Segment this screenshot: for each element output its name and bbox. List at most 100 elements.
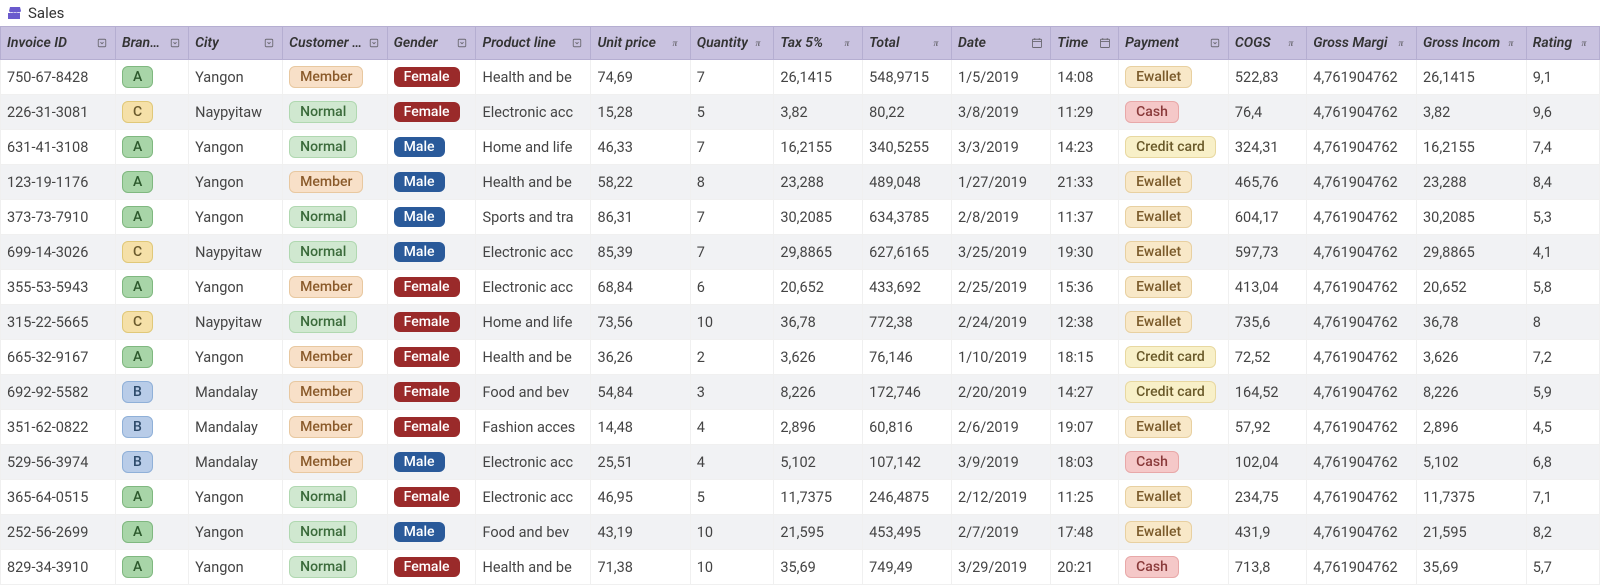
cell-qty: 7 [690, 130, 774, 165]
cell-qty: 7 [690, 200, 774, 235]
table-row[interactable]: 665-32-9167AYangonMemberFemaleHealth and… [1, 340, 1600, 375]
table-row[interactable]: 123-19-1176AYangonMemberMaleHealth and b… [1, 165, 1600, 200]
cell-rating: 8 [1526, 305, 1599, 340]
column-header-date[interactable]: Date [951, 27, 1050, 60]
gender-pill: Male [394, 522, 445, 542]
table-row[interactable]: 692-92-5582BMandalayMemberFemaleFood and… [1, 375, 1600, 410]
cell-rating: 7,4 [1526, 130, 1599, 165]
column-header-time[interactable]: Time [1051, 27, 1119, 60]
cell-customer: Member [283, 60, 388, 95]
svg-text:π: π [1508, 38, 1514, 48]
customer-pill: Normal [289, 136, 357, 158]
cell-customer: Normal [283, 235, 388, 270]
cell-product: Electronic acc [476, 445, 591, 480]
customer-pill: Normal [289, 311, 357, 333]
column-label: Unit price [597, 35, 655, 51]
table-row[interactable]: 351-62-0822BMandalayMemberFemaleFashion … [1, 410, 1600, 445]
cell-date: 3/29/2019 [951, 550, 1050, 585]
cell-customer: Normal [283, 130, 388, 165]
cell-product: Electronic acc [476, 270, 591, 305]
column-header-product[interactable]: Product line [476, 27, 591, 60]
cell-invoice: 699-14-3026 [1, 235, 116, 270]
branch-pill: A [122, 136, 153, 158]
column-header-invoice[interactable]: Invoice ID [1, 27, 116, 60]
column-header-qty[interactable]: Quantityπ [690, 27, 774, 60]
cell-unit: 15,28 [591, 95, 690, 130]
column-header-payment[interactable]: Payment [1119, 27, 1229, 60]
pi-icon: π [931, 36, 945, 50]
table-row[interactable]: 529-56-3974BMandalayMemberMaleElectronic… [1, 445, 1600, 480]
cell-qty: 4 [690, 445, 774, 480]
cell-time: 15:36 [1051, 270, 1119, 305]
cell-gi: 29,8865 [1417, 235, 1527, 270]
table-row[interactable]: 373-73-7910AYangonNormalMaleSports and t… [1, 200, 1600, 235]
column-header-branch[interactable]: Branch [115, 27, 188, 60]
cell-payment: Ewallet [1119, 480, 1229, 515]
table-row[interactable]: 829-34-3910AYangonNormalFemaleHealth and… [1, 550, 1600, 585]
branch-pill: A [122, 171, 153, 193]
cell-cogs: 431,9 [1228, 515, 1306, 550]
cell-total: 548,9715 [863, 60, 952, 95]
cell-product: Home and life [476, 130, 591, 165]
column-header-rating[interactable]: Ratingπ [1526, 27, 1599, 60]
cell-customer: Member [283, 445, 388, 480]
table-row[interactable]: 355-53-5943AYangonMemberFemaleElectronic… [1, 270, 1600, 305]
cell-gender: Female [387, 375, 476, 410]
cell-tax: 36,78 [774, 305, 863, 340]
customer-pill: Member [289, 66, 363, 88]
column-header-total[interactable]: Totalπ [863, 27, 952, 60]
column-header-tax[interactable]: Tax 5%π [774, 27, 863, 60]
cell-total: 60,816 [863, 410, 952, 445]
cell-cogs: 164,52 [1228, 375, 1306, 410]
table-row[interactable]: 226-31-3081CNaypyitawNormalFemaleElectro… [1, 95, 1600, 130]
dropdown-icon [262, 36, 276, 50]
cell-gi: 16,2155 [1417, 130, 1527, 165]
cell-date: 2/12/2019 [951, 480, 1050, 515]
table-row[interactable]: 252-56-2699AYangonNormalMaleFood and bev… [1, 515, 1600, 550]
cell-unit: 73,56 [591, 305, 690, 340]
cell-payment: Cash [1119, 95, 1229, 130]
cell-invoice: 631-41-3108 [1, 130, 116, 165]
table-row[interactable]: 699-14-3026CNaypyitawNormalMaleElectroni… [1, 235, 1600, 270]
cell-gender: Male [387, 235, 476, 270]
gender-pill: Female [394, 67, 460, 87]
table-header: Invoice IDBranch City Customer ty GenderPro… [1, 27, 1600, 60]
table-row[interactable]: 315-22-5665CNaypyitawNormalFemaleHome an… [1, 305, 1600, 340]
column-header-unit[interactable]: Unit price π [591, 27, 690, 60]
cell-time: 11:25 [1051, 480, 1119, 515]
cell-customer: Normal [283, 515, 388, 550]
branch-pill: A [122, 206, 153, 228]
column-label: Customer ty [289, 35, 363, 51]
cell-invoice: 355-53-5943 [1, 270, 116, 305]
branch-pill: A [122, 66, 153, 88]
table-row[interactable]: 365-64-0515AYangonNormalFemaleElectronic… [1, 480, 1600, 515]
cell-city: Yangon [189, 270, 283, 305]
customer-pill: Member [289, 416, 363, 438]
pi-icon: π [670, 36, 684, 50]
column-header-customer[interactable]: Customer ty [283, 27, 388, 60]
column-header-city[interactable]: City [189, 27, 283, 60]
branch-pill: C [122, 241, 153, 263]
cell-cogs: 102,04 [1228, 445, 1306, 480]
cell-gi: 5,102 [1417, 445, 1527, 480]
cell-date: 1/10/2019 [951, 340, 1050, 375]
column-header-gi[interactable]: Gross Incomπ [1417, 27, 1527, 60]
cell-city: Yangon [189, 165, 283, 200]
table-row[interactable]: 750-67-8428AYangonMemberFemaleHealth and… [1, 60, 1600, 95]
cell-qty: 5 [690, 95, 774, 130]
cell-tax: 29,8865 [774, 235, 863, 270]
column-header-gm[interactable]: Gross Margiπ [1307, 27, 1417, 60]
cell-gm: 4,761904762 [1307, 165, 1417, 200]
cell-tax: 3,82 [774, 95, 863, 130]
column-header-cogs[interactable]: COGSπ [1228, 27, 1306, 60]
cell-rating: 8,2 [1526, 515, 1599, 550]
column-header-gender[interactable]: Gender [387, 27, 476, 60]
cell-cogs: 735,6 [1228, 305, 1306, 340]
table-row[interactable]: 631-41-3108AYangonNormalMaleHome and lif… [1, 130, 1600, 165]
cell-gm: 4,761904762 [1307, 130, 1417, 165]
cell-gi: 26,1415 [1417, 60, 1527, 95]
cell-total: 634,3785 [863, 200, 952, 235]
cell-payment: Ewallet [1119, 515, 1229, 550]
column-label: City [195, 35, 219, 51]
svg-text:π: π [845, 38, 851, 48]
